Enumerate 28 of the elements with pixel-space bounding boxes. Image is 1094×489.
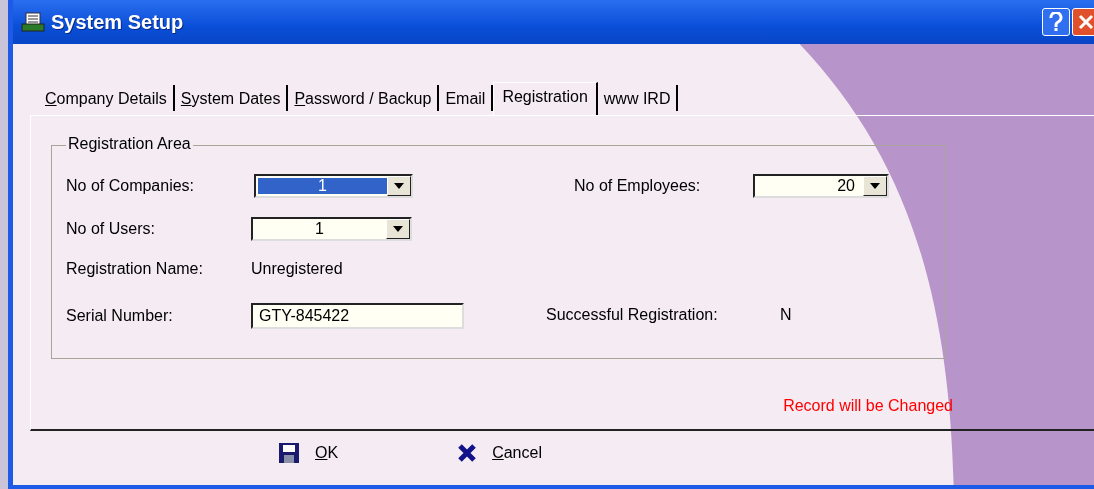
close-icon xyxy=(1078,14,1094,30)
ok-button[interactable]: OK xyxy=(275,441,343,465)
field-value: Unregistered xyxy=(251,260,343,278)
field-label: Registration Name: xyxy=(66,260,204,278)
app-icon xyxy=(21,12,45,32)
tab[interactable]: www IRD xyxy=(597,85,679,111)
dropdown[interactable]: 1 xyxy=(254,174,413,198)
tab[interactable]: Company Details xyxy=(39,85,175,111)
dropdown[interactable]: 20 xyxy=(753,174,889,198)
field-label: No of Companies: xyxy=(66,177,196,195)
field-label: Successful Registration: xyxy=(546,306,719,324)
serial-number-field[interactable]: GTY-845422 xyxy=(251,303,464,329)
tab[interactable]: System Dates xyxy=(174,85,289,111)
field-label: No of Users: xyxy=(66,220,156,238)
question-mark-icon xyxy=(1049,12,1063,32)
dropdown[interactable]: 1 xyxy=(251,217,412,241)
field-label: Serial Number: xyxy=(66,307,174,325)
help-button[interactable] xyxy=(1042,8,1070,36)
status-message: Record will be Changed xyxy=(783,397,953,415)
close-icon xyxy=(458,444,477,462)
group-title: Registration Area xyxy=(66,135,193,153)
window-title: System Setup xyxy=(51,10,184,34)
tab[interactable]: Registration xyxy=(493,82,598,116)
close-button[interactable] xyxy=(1072,8,1094,36)
cancel-button[interactable]: Cancel xyxy=(454,441,546,465)
tab[interactable]: Password / Backup xyxy=(288,85,440,111)
field-label: No of Employees: xyxy=(574,177,702,195)
field-value: N xyxy=(780,306,792,324)
